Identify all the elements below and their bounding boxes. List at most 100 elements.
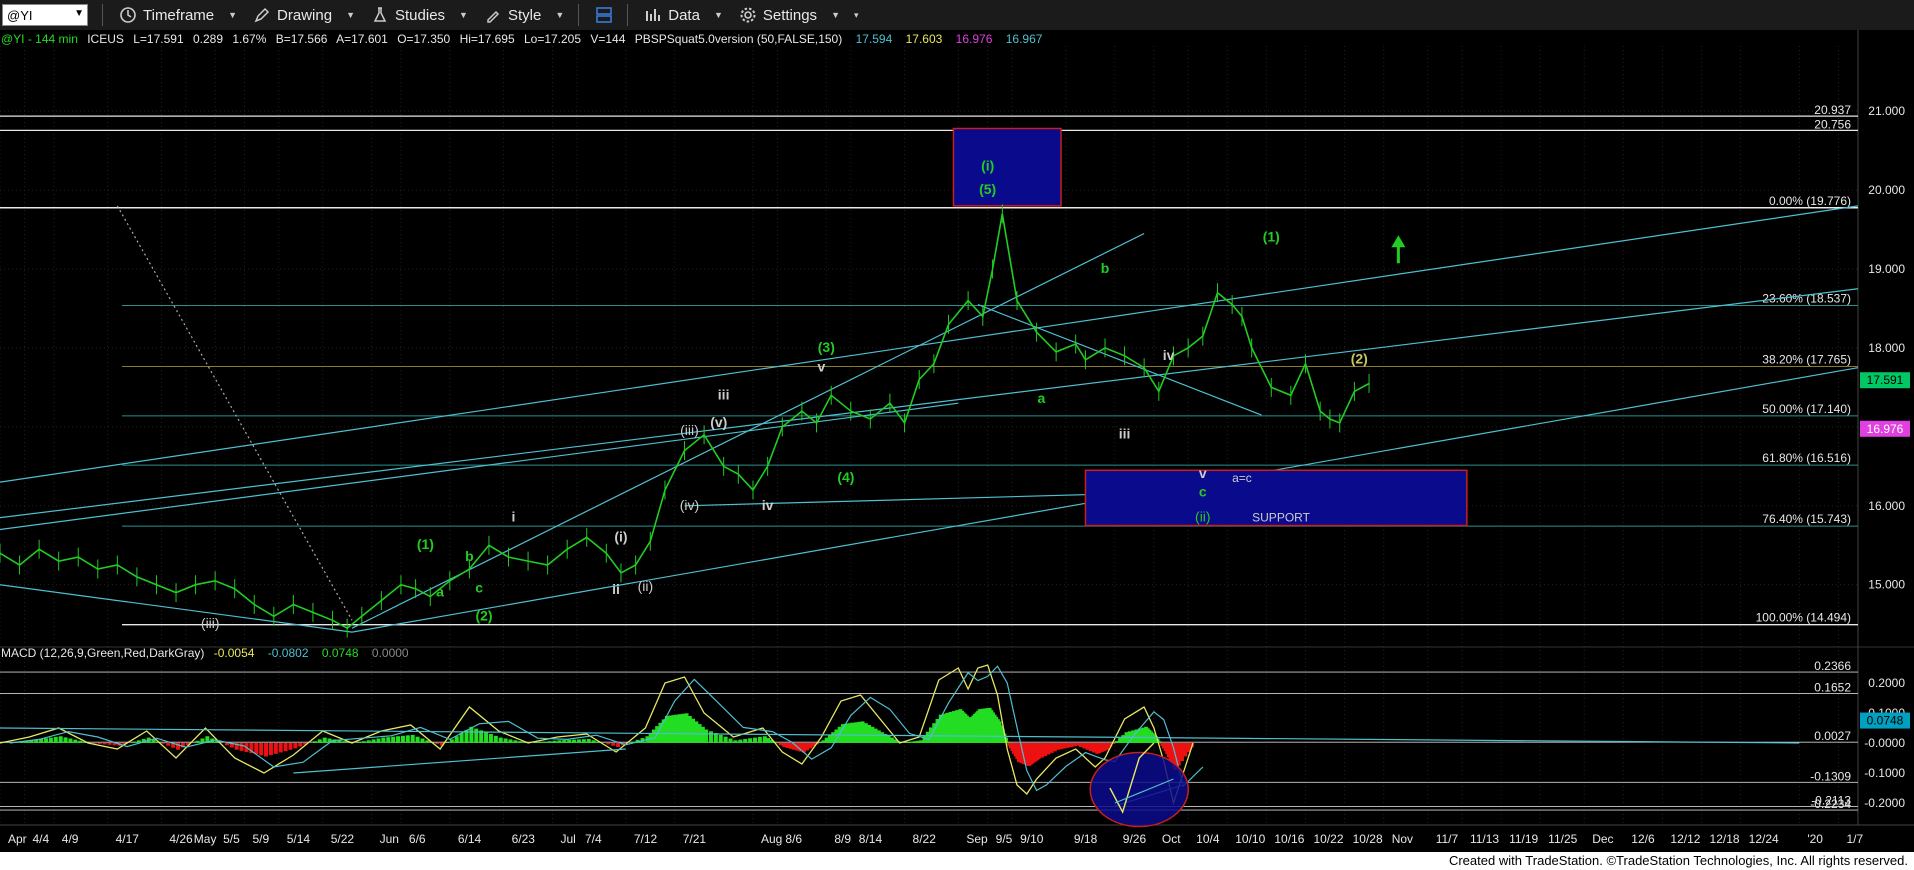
- time-axis-label: Nov: [1392, 832, 1413, 846]
- time-axis-label: 5/14: [287, 832, 311, 846]
- timeframe-label: Timeframe: [143, 6, 215, 24]
- time-axis-label: 6/23: [512, 832, 536, 846]
- macd-histogram-bar: [317, 739, 322, 743]
- time-axis-label: 10/4: [1196, 832, 1220, 846]
- wave-label: iii: [718, 386, 730, 402]
- macd-histogram-bar: [400, 735, 405, 743]
- flask-icon: [373, 7, 387, 22]
- wave-label: (ii): [638, 578, 654, 594]
- wave-label: c: [475, 580, 483, 596]
- macd-histogram-bar: [405, 735, 410, 743]
- time-axis-label: Aug: [761, 832, 782, 846]
- macd-histogram-bar: [151, 739, 156, 743]
- wave-label: a: [1038, 390, 1046, 406]
- caret-down-icon: ▼: [346, 10, 355, 20]
- macd-histogram-bar: [166, 743, 171, 746]
- time-axis-label: 10/22: [1313, 832, 1343, 846]
- target-box-wave-i[interactable]: [952, 127, 1062, 207]
- wave-label: i: [511, 509, 515, 525]
- last-price-label: 17.591: [1867, 373, 1904, 387]
- macd-histogram-bar: [503, 738, 508, 743]
- more-caret-icon[interactable]: ▾: [854, 10, 859, 21]
- macd-histogram-bar: [586, 738, 591, 743]
- macd-histogram-bar: [713, 733, 718, 743]
- time-axis-label: 6/6: [409, 832, 426, 846]
- macd-histogram-bar: [102, 743, 107, 745]
- time-axis-label: 12/12: [1670, 832, 1700, 846]
- settings-button[interactable]: Settings ▼ ▾: [739, 6, 859, 24]
- macd-histogram-bar: [342, 741, 347, 743]
- chevron-down-icon[interactable]: ▼: [74, 8, 84, 19]
- wave-label: c: [1199, 483, 1207, 499]
- time-axis-label: 11/13: [1470, 832, 1499, 846]
- macd-histogram-bar: [591, 740, 596, 743]
- wave-label: v: [818, 359, 826, 375]
- time-axis-label: Jul: [561, 832, 576, 846]
- time-axis-label: 8/22: [913, 832, 937, 846]
- bar-chart-icon: [646, 9, 661, 21]
- header-high: Hi=17.695: [460, 32, 515, 46]
- macd-histogram-bar: [254, 743, 259, 755]
- time-axis-label: 8/14: [859, 832, 883, 846]
- macd-histogram-bar: [728, 738, 733, 743]
- style-button[interactable]: Style ▼: [484, 6, 564, 24]
- macd-histogram-bar: [743, 738, 748, 743]
- studies-button[interactable]: Studies ▼: [371, 6, 468, 24]
- study-price-label: 16.976: [1867, 422, 1904, 436]
- wave-label: a: [436, 584, 444, 600]
- resistance-label: 20.937: [1814, 103, 1851, 117]
- macd-header-v2: -0.0802: [268, 646, 309, 660]
- timeframe-button[interactable]: Timeframe ▼: [119, 6, 237, 24]
- price-tick-label: 20.000: [1868, 183, 1905, 197]
- layout-button[interactable]: [595, 6, 613, 24]
- header-study: PBSPSquat5.0version (50,FALSE,150): [635, 32, 842, 46]
- symbol-input[interactable]: @YI ▼: [2, 4, 88, 26]
- time-axis-label: 10/10: [1235, 832, 1265, 846]
- fib-level-label: 100.00% (14.494): [1756, 611, 1851, 625]
- macd-histogram-bar: [547, 741, 552, 743]
- header-study-v3: 16.976: [956, 32, 993, 46]
- header-open: O=17.350: [397, 32, 450, 46]
- macd-level-label: 0.2366: [1814, 659, 1851, 673]
- price-tick-label: 15.000: [1868, 578, 1905, 592]
- wave-label: (1): [417, 536, 434, 552]
- chart-canvas[interactable]: 20.93720.7560.00% (19.776)23.60% (18.537…: [0, 30, 1914, 852]
- wave-label: SUPPORT: [1252, 511, 1310, 525]
- macd-histogram-bar: [513, 740, 518, 743]
- wave-label: (4): [837, 469, 854, 485]
- header-change-pct: 1.67%: [232, 32, 266, 46]
- macd-histogram-bar: [371, 739, 376, 743]
- macd-histogram-bar: [518, 741, 523, 743]
- caret-down-icon: ▼: [555, 10, 565, 20]
- time-axis-label: 9/10: [1020, 832, 1044, 846]
- layout-icon: [596, 7, 613, 23]
- time-axis-label: 6/14: [458, 832, 482, 846]
- macd-histogram-bar: [488, 734, 493, 743]
- macd-histogram-bar: [97, 743, 102, 744]
- drawing-button[interactable]: Drawing ▼: [253, 6, 355, 24]
- time-axis-label: 1/7: [1846, 832, 1863, 846]
- macd-histogram-bar: [752, 737, 757, 743]
- macd-histogram-bar: [415, 736, 420, 743]
- price-tick-label: 16.000: [1868, 499, 1905, 513]
- fib-level-label: 38.20% (17.765): [1762, 352, 1851, 366]
- macd-histogram-bar: [474, 728, 479, 743]
- time-axis-label: 9/26: [1123, 832, 1147, 846]
- time-axis-label: 5/9: [252, 832, 269, 846]
- macd-histogram-bar: [161, 743, 166, 744]
- macd-tick-label: -0.0000: [1864, 736, 1905, 750]
- macd-tick-label: -0.2000: [1864, 796, 1905, 810]
- macd-histogram-bar: [508, 739, 513, 743]
- time-axis-label: 11/25: [1548, 832, 1577, 846]
- price-tick-label: 21.000: [1868, 104, 1905, 118]
- resistance-label: 20.756: [1814, 117, 1851, 131]
- style-label: Style: [507, 6, 542, 24]
- time-axis-label: 10/16: [1274, 832, 1304, 846]
- wave-label: (2): [1351, 351, 1368, 367]
- macd-histogram-bar: [567, 739, 572, 743]
- wave-label: (iv): [680, 497, 699, 513]
- macd-header-line: MACD (12,26,9,Green,Red,DarkGray) -0.005…: [1, 646, 409, 660]
- macd-histogram-bar: [268, 743, 273, 756]
- data-button[interactable]: Data ▼: [644, 6, 723, 24]
- macd-histogram-bar: [557, 740, 562, 743]
